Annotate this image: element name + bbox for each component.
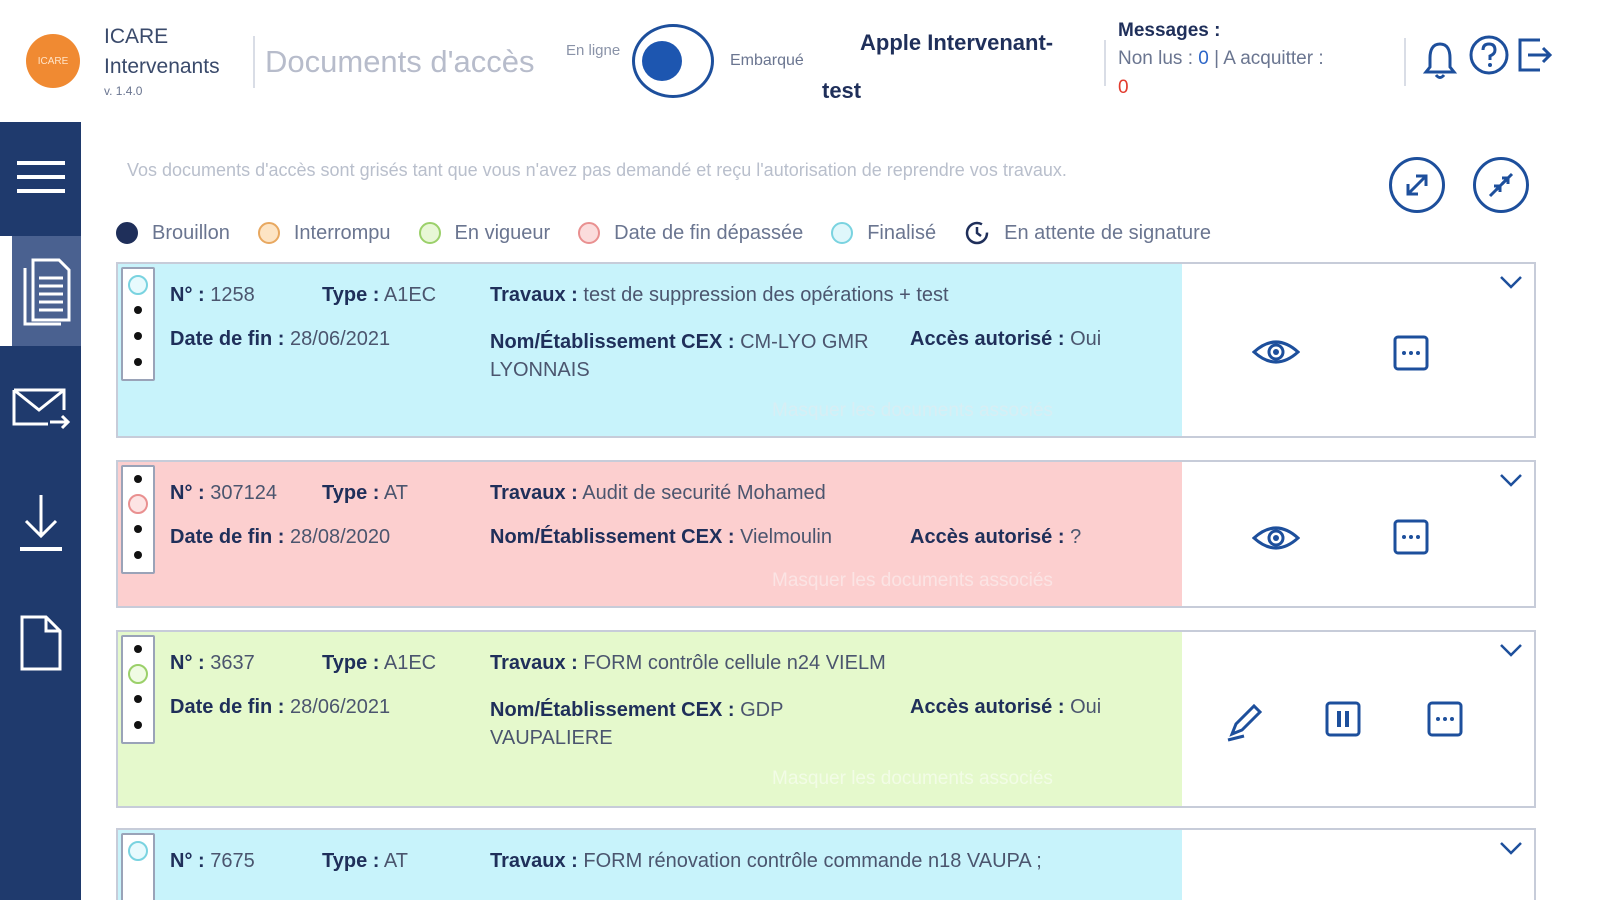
hide-associated-docs-link[interactable]: Masquer les documents associés	[772, 768, 1053, 790]
date-depassee-dot	[578, 222, 601, 244]
document-card[interactable]: N° : 1258 Type : A1EC Travaux : test de …	[116, 262, 1536, 438]
ack-count: 0	[1118, 77, 1129, 98]
card-status-indicator	[121, 635, 155, 744]
mail-icon	[12, 388, 70, 430]
app-name: ICARE Intervenants	[104, 25, 220, 78]
interrompu-dot	[257, 222, 280, 244]
doc-end-date: Date de fin : 28/06/2021	[170, 328, 391, 350]
status-legend: Brouillon Interrompu En vigueur Date de …	[116, 218, 1239, 248]
doc-type: Type : AT	[322, 482, 408, 504]
card-status-indicator	[121, 267, 155, 381]
view-button[interactable]	[1251, 336, 1301, 373]
more-icon	[1393, 519, 1429, 555]
more-button[interactable]	[1392, 518, 1430, 561]
header-divider	[1404, 38, 1406, 86]
doc-number: N° : 307124	[170, 482, 277, 504]
collapse-all-button[interactable]	[1473, 157, 1529, 213]
doc-type: Type : A1EC	[322, 652, 437, 674]
doc-cex: Nom/Établissement CEX : CM-LYO GMR LYONN…	[490, 331, 869, 381]
chevron-down-icon[interactable]	[1498, 642, 1524, 663]
more-icon	[1393, 335, 1429, 371]
doc-end-date: Date de fin : 28/08/2020	[170, 526, 391, 548]
doc-access: Accès autorisé : Oui	[910, 328, 1102, 350]
messages-title: Messages :	[1118, 20, 1221, 41]
app-header: ICARE ICARE Intervenants v. 1.4.0 Docume…	[0, 0, 1599, 122]
legend-attente-signature: En attente de signature	[964, 220, 1211, 246]
hide-associated-docs-link[interactable]: Masquer les documents associés	[772, 400, 1053, 422]
user-name-cont: test	[822, 78, 862, 103]
online-toggle[interactable]	[632, 24, 714, 98]
sidebar-item-messages[interactable]	[0, 354, 81, 464]
logout-icon[interactable]	[1514, 34, 1556, 81]
chevron-down-icon[interactable]	[1498, 274, 1524, 295]
document-card[interactable]: N° : 7675 Type : AT Travaux : FORM rénov…	[116, 828, 1536, 900]
info-message: Vos documents d'accès sont grisés tant q…	[127, 160, 1067, 180]
chevron-down-icon[interactable]	[1498, 840, 1524, 861]
legend-finalise: Finalisé	[831, 222, 936, 245]
chevron-down-icon[interactable]	[1498, 472, 1524, 493]
sidebar-item-menu[interactable]	[0, 122, 81, 232]
download-icon	[19, 495, 62, 551]
collapse-icon	[1488, 172, 1514, 198]
expand-icon	[1406, 174, 1428, 196]
user-name: Apple Intervenant-	[860, 30, 1054, 55]
eye-icon	[1251, 526, 1301, 550]
eye-icon	[1251, 340, 1301, 364]
app-version: v. 1.4.0	[104, 84, 143, 98]
online-label: En ligne	[566, 42, 621, 59]
en-vigueur-dot	[418, 222, 441, 244]
more-button[interactable]	[1392, 334, 1430, 377]
sidebar	[0, 122, 81, 900]
sidebar-item-download[interactable]	[0, 468, 81, 578]
doc-travaux: Travaux : Audit de securité Mohamed	[490, 482, 826, 504]
messages-counts[interactable]: Non lus : 0 | A acquitter :	[1118, 48, 1324, 70]
file-icon	[20, 615, 61, 671]
doc-cex: Nom/Établissement CEX : Vielmoulin	[490, 526, 832, 548]
legend-interrompu: Interrompu	[257, 222, 391, 245]
doc-type: Type : AT	[322, 850, 408, 872]
embarque-label: Embarqué	[730, 52, 804, 69]
bell-icon[interactable]	[1422, 40, 1458, 85]
doc-travaux: Travaux : test de suppression des opérat…	[490, 284, 949, 306]
doc-access: Accès autorisé : ?	[910, 526, 1082, 548]
hide-associated-docs-link[interactable]: Masquer les documents associés	[772, 570, 1053, 592]
pause-icon	[1325, 701, 1361, 737]
header-divider	[253, 36, 255, 88]
doc-number: N° : 7675	[170, 850, 255, 872]
sidebar-item-file[interactable]	[0, 588, 81, 698]
header-divider	[1104, 40, 1106, 86]
menu-icon	[16, 161, 65, 193]
sidebar-item-documents[interactable]	[0, 236, 81, 346]
edit-button[interactable]	[1222, 700, 1266, 749]
documents-icon	[23, 258, 70, 326]
card-status-indicator	[121, 465, 155, 574]
view-button[interactable]	[1251, 522, 1301, 559]
app-logo: ICARE	[26, 34, 80, 88]
doc-type: Type : A1EC	[322, 284, 437, 306]
document-card[interactable]: N° : 307124 Type : AT Travaux : Audit de…	[116, 460, 1536, 608]
pause-button[interactable]	[1324, 700, 1362, 743]
doc-travaux: Travaux : FORM contrôle cellule n24 VIEL…	[490, 652, 886, 674]
more-icon	[1427, 701, 1463, 737]
legend-brouillon: Brouillon	[116, 222, 230, 245]
clock-icon	[965, 221, 989, 245]
doc-number: N° : 1258	[170, 284, 255, 306]
doc-cex: Nom/Établissement CEX : GDP VAUPALIERE	[490, 699, 784, 749]
more-button[interactable]	[1426, 700, 1464, 743]
brouillon-dot	[116, 222, 138, 244]
legend-date-depassee: Date de fin dépassée	[578, 222, 803, 245]
doc-travaux: Travaux : FORM rénovation contrôle comma…	[490, 850, 1042, 872]
legend-en-vigueur: En vigueur	[418, 222, 550, 245]
doc-access: Accès autorisé : Oui	[910, 696, 1102, 718]
finalise-dot	[831, 222, 854, 244]
toggle-knob	[642, 41, 682, 81]
doc-number: N° : 3637	[170, 652, 255, 674]
page-title: Documents d'accès	[265, 44, 535, 79]
expand-all-button[interactable]	[1389, 157, 1445, 213]
help-icon[interactable]	[1468, 34, 1510, 81]
card-status-indicator	[121, 833, 155, 900]
doc-end-date: Date de fin : 28/06/2021	[170, 696, 391, 718]
pen-icon	[1227, 703, 1263, 742]
document-card[interactable]: N° : 3637 Type : A1EC Travaux : FORM con…	[116, 630, 1536, 808]
